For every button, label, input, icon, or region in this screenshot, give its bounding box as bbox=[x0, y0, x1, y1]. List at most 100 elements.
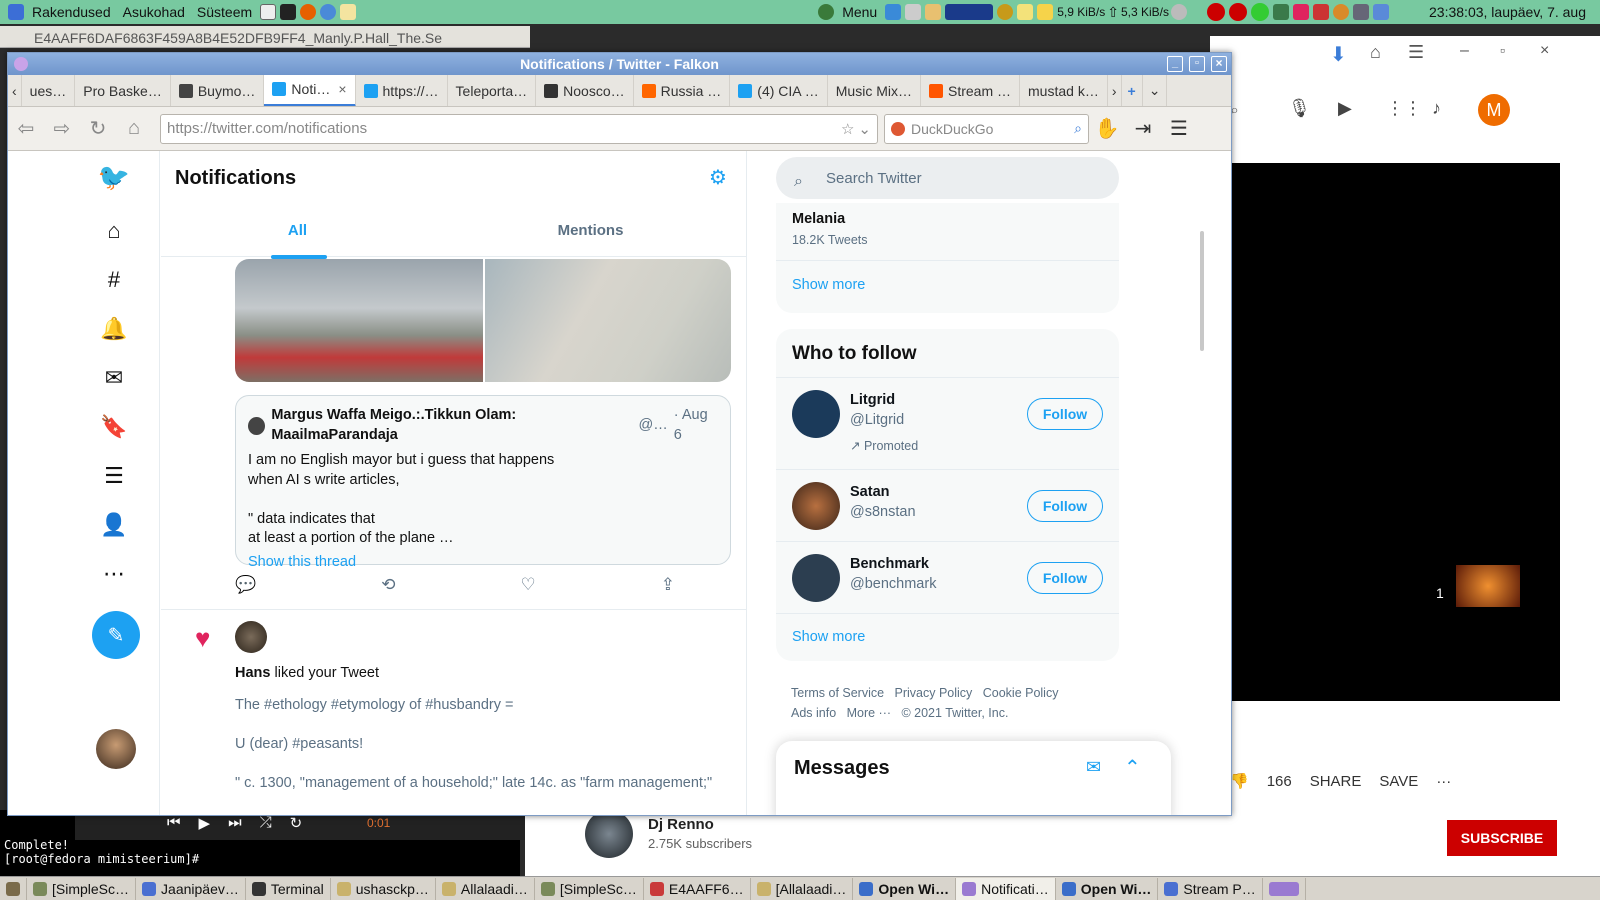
search-tray-icon[interactable] bbox=[997, 4, 1014, 20]
tab-list-icon[interactable]: ⌄ bbox=[1143, 75, 1168, 106]
taskbar-item[interactable]: [SimpleSc… bbox=[535, 877, 644, 900]
litgrid-avatar[interactable] bbox=[792, 390, 840, 438]
maximize-icon[interactable]: ▫ bbox=[1189, 56, 1205, 72]
play-icon[interactable]: ▶ bbox=[199, 814, 211, 832]
tab-item[interactable]: (4) CIA … bbox=[730, 75, 828, 106]
show-thread-link[interactable]: Show this thread bbox=[248, 553, 718, 573]
terminal-launcher-icon[interactable] bbox=[280, 4, 297, 20]
settings-gear-icon[interactable]: ⚙ bbox=[709, 165, 731, 189]
taskbar-item[interactable]: Open Wi… bbox=[1056, 877, 1159, 900]
tray-box-icon[interactable] bbox=[1293, 4, 1310, 20]
follow-suggestion[interactable]: Satan @s8nstan Follow bbox=[776, 469, 1119, 541]
tab-item[interactable]: Russia … bbox=[634, 75, 731, 106]
taskbar-item[interactable]: Open Wi… bbox=[853, 877, 957, 900]
tab-close-icon[interactable]: × bbox=[338, 81, 346, 97]
channel-name[interactable]: Dj Renno bbox=[648, 816, 714, 833]
notes-tray-icon[interactable] bbox=[1017, 4, 1034, 20]
explore-hashtag-icon[interactable]: # bbox=[102, 267, 126, 292]
red-status-icon-2[interactable] bbox=[1229, 3, 1248, 21]
shuffle-icon[interactable]: ⤮ bbox=[260, 814, 272, 832]
launcher-icon[interactable] bbox=[260, 4, 277, 20]
suggestion-name[interactable]: Satan bbox=[850, 484, 890, 500]
tray-disk-icon[interactable] bbox=[1373, 4, 1390, 20]
tab-item[interactable]: ues… bbox=[22, 75, 76, 106]
back-icon[interactable]: ⇦ bbox=[8, 113, 44, 145]
home-icon[interactable]: ⌂ bbox=[1370, 42, 1400, 72]
account-avatar[interactable]: M bbox=[1478, 94, 1510, 126]
messages-drawer[interactable]: Messages ✉ ⌃ bbox=[776, 741, 1171, 815]
tray-check-icon[interactable] bbox=[885, 4, 902, 20]
menu-label[interactable]: Menu bbox=[836, 4, 883, 20]
sidebar-toggle-icon[interactable]: ⇥ bbox=[1125, 113, 1161, 145]
window-titlebar[interactable]: Notifications / Twitter - Falkon _ ▫ × bbox=[8, 53, 1231, 75]
tab-item[interactable]: Buymo… bbox=[171, 75, 265, 106]
fedora-logo-icon[interactable] bbox=[8, 4, 24, 20]
weather-tray-icon[interactable] bbox=[1037, 4, 1054, 20]
messages-mail-icon[interactable]: ✉ bbox=[102, 365, 126, 390]
search-icon[interactable]: ⌕ bbox=[1074, 120, 1082, 137]
minimize-icon[interactable]: – bbox=[1460, 42, 1469, 60]
url-bar[interactable]: https://twitter.com/notifications ☆ ⌄ bbox=[160, 113, 878, 144]
tab-item-active[interactable]: Noti… × bbox=[264, 75, 356, 106]
taskbar-item[interactable]: Stream P… bbox=[1158, 877, 1263, 900]
follow-button[interactable]: Follow bbox=[1027, 562, 1103, 594]
share-icon[interactable]: ⇪ bbox=[661, 575, 675, 599]
close-icon[interactable]: × bbox=[1211, 56, 1227, 72]
search-twitter-input[interactable]: ⌕ Search Twitter bbox=[776, 157, 1119, 199]
tweet-media-airplane[interactable] bbox=[235, 259, 483, 382]
bell-icon[interactable]: ♪ bbox=[1432, 98, 1441, 119]
tab-item[interactable]: mustad k… bbox=[1020, 75, 1108, 106]
reply-icon[interactable]: 💬 bbox=[235, 575, 256, 599]
bluetooth-icon[interactable] bbox=[1273, 4, 1290, 20]
youtube-video-player[interactable]: 1 bbox=[1210, 163, 1560, 701]
follow-suggestion[interactable]: Litgrid @Litgrid ↗ Promoted Follow bbox=[776, 377, 1119, 469]
taskbar-item[interactable]: Allalaadi… bbox=[436, 877, 535, 900]
next-icon[interactable]: ⏭ bbox=[228, 814, 242, 832]
tab-item[interactable]: Pro Baske… bbox=[75, 75, 171, 106]
suggestion-name[interactable]: Litgrid bbox=[850, 392, 895, 408]
tab-mentions[interactable]: Mentions bbox=[434, 204, 746, 257]
channel-avatar[interactable] bbox=[585, 810, 633, 858]
subscribe-button[interactable]: SUBSCRIBE bbox=[1447, 820, 1557, 856]
retweet-icon[interactable]: ⟲ bbox=[381, 575, 395, 599]
menu-icon[interactable] bbox=[818, 4, 835, 20]
notifications-bell-icon[interactable]: 🔔 bbox=[100, 316, 127, 341]
editor-launcher-icon[interactable] bbox=[340, 4, 357, 20]
volume-icon[interactable] bbox=[1171, 4, 1188, 20]
expand-chevron-icon[interactable]: ⌃ bbox=[1124, 755, 1141, 780]
tray-face-icon[interactable] bbox=[1333, 4, 1350, 20]
more-icon[interactable]: ⋯ bbox=[102, 561, 126, 586]
download-icon[interactable]: ⬇ bbox=[1330, 42, 1360, 72]
mic-icon[interactable]: 🎙 bbox=[1288, 98, 1311, 119]
compose-tweet-button[interactable]: ✎ bbox=[92, 611, 140, 659]
hamburger-menu-icon[interactable]: ☰ bbox=[1161, 113, 1197, 145]
bookmarks-icon[interactable]: 🔖 bbox=[100, 414, 127, 439]
follow-button[interactable]: Follow bbox=[1027, 398, 1103, 430]
minimize-icon[interactable]: _ bbox=[1167, 56, 1183, 72]
tab-all[interactable]: All bbox=[161, 204, 434, 257]
dislike-icon[interactable]: 👎 bbox=[1230, 772, 1249, 790]
follow-suggestion[interactable]: Benchmark @benchmark Follow bbox=[776, 541, 1119, 613]
like-user[interactable]: Hans bbox=[235, 665, 270, 681]
background-window-title[interactable]: E4AAFF6DAF6863F459A8B4E52DFB9FF4_Manly.P… bbox=[0, 26, 530, 48]
profile-icon[interactable]: 👤 bbox=[100, 512, 127, 537]
terminal-prompt[interactable]: [root@fedora mimisteerium]# bbox=[4, 852, 516, 866]
save-button[interactable]: SAVE bbox=[1379, 773, 1418, 790]
tab-item[interactable]: Music Mix… bbox=[828, 75, 921, 106]
tabs-scroll-right-icon[interactable]: › bbox=[1108, 75, 1122, 106]
suggestion-name[interactable]: Benchmark bbox=[850, 556, 929, 572]
taskbar-item[interactable]: [SimpleSc… bbox=[27, 877, 137, 900]
forward-icon[interactable]: ⇨ bbox=[44, 113, 80, 145]
lists-icon[interactable]: ☰ bbox=[102, 463, 126, 488]
taskbar-item[interactable]: Terminal bbox=[246, 877, 331, 900]
close-icon[interactable]: × bbox=[1540, 42, 1549, 60]
repeat-icon[interactable]: ↻ bbox=[290, 814, 303, 832]
trend-name[interactable]: Melania bbox=[792, 211, 845, 227]
red-status-icon[interactable] bbox=[1207, 3, 1226, 21]
url-dropdown-icon[interactable]: ⌄ bbox=[858, 120, 871, 138]
tray-app-icon[interactable] bbox=[905, 4, 922, 20]
previous-icon[interactable]: ⏮ bbox=[167, 814, 181, 832]
footer-link-ads[interactable]: Ads info bbox=[791, 706, 836, 720]
page-scrollbar[interactable] bbox=[1200, 231, 1204, 351]
home-icon[interactable]: ⌂ bbox=[102, 218, 126, 243]
